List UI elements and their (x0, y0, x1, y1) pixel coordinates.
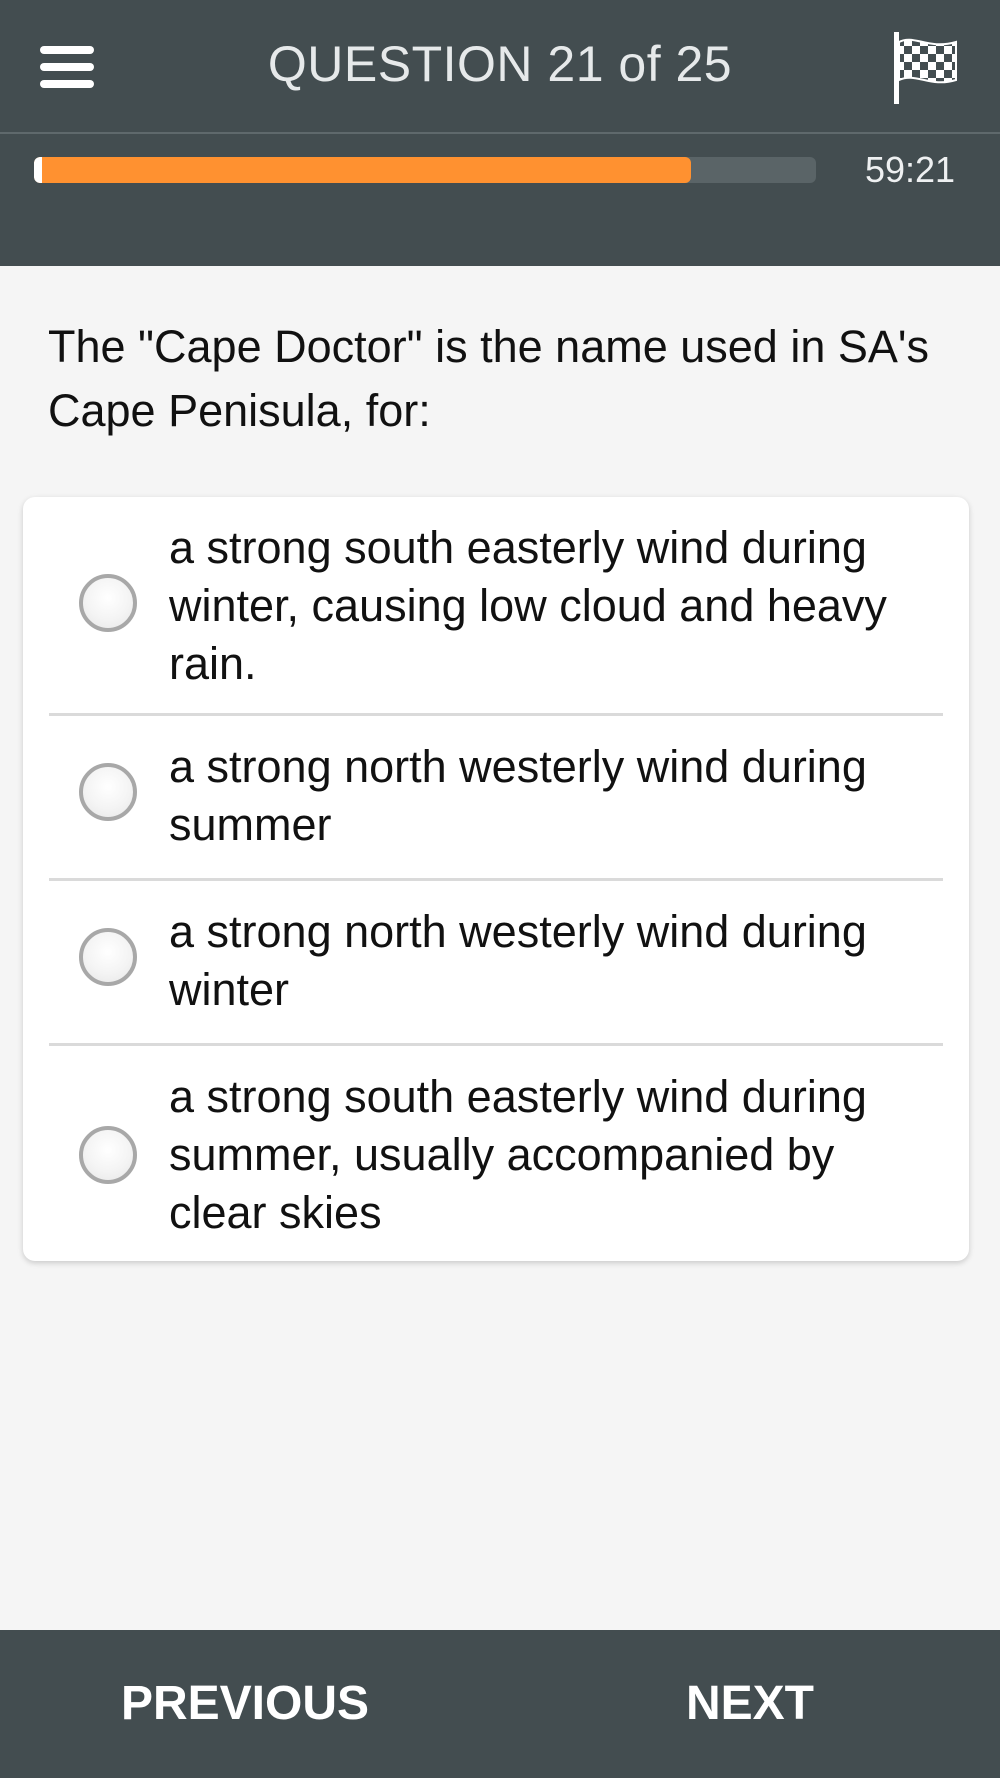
answer-option-label: a strong south easterly wind during summ… (169, 1071, 867, 1238)
progress-bar-start (34, 157, 42, 183)
top-bar: QUESTION 21 of 25 59:21 (0, 0, 1000, 266)
answer-option-label: a strong north westerly wind during summ… (169, 741, 867, 850)
answer-options-card: a strong south easterly wind during wint… (23, 497, 969, 1261)
next-button[interactable]: NEXT (560, 1630, 940, 1778)
progress-bar-fill (34, 157, 691, 183)
radio-button-icon[interactable] (79, 928, 137, 986)
hamburger-menu-icon[interactable] (38, 44, 98, 90)
question-text: The "Cape Doctor" is the name used in SA… (48, 321, 929, 436)
answer-option-4[interactable]: a strong south easterly wind during summ… (49, 1046, 943, 1261)
answer-option-label: a strong north westerly wind during wint… (169, 906, 867, 1015)
previous-button[interactable]: PREVIOUS (60, 1630, 430, 1778)
countdown-timer: 59:21 (864, 149, 956, 190)
title-row: QUESTION 21 of 25 (0, 0, 1000, 134)
question-counter-title: QUESTION 21 of 25 (267, 36, 733, 92)
answer-option-2[interactable]: a strong north westerly wind during summ… (49, 716, 943, 881)
answer-option-1[interactable]: a strong south easterly wind during wint… (49, 497, 943, 716)
answer-option-label: a strong south easterly wind during wint… (169, 522, 887, 689)
answer-option-3[interactable]: a strong north westerly wind during wint… (49, 881, 943, 1046)
bottom-nav-bar: PREVIOUS NEXT (0, 1630, 1000, 1778)
checkered-flag-icon[interactable] (888, 30, 960, 104)
radio-button-icon[interactable] (79, 1126, 137, 1184)
progress-bar (34, 157, 816, 183)
radio-button-icon[interactable] (79, 763, 137, 821)
radio-button-icon[interactable] (79, 574, 137, 632)
